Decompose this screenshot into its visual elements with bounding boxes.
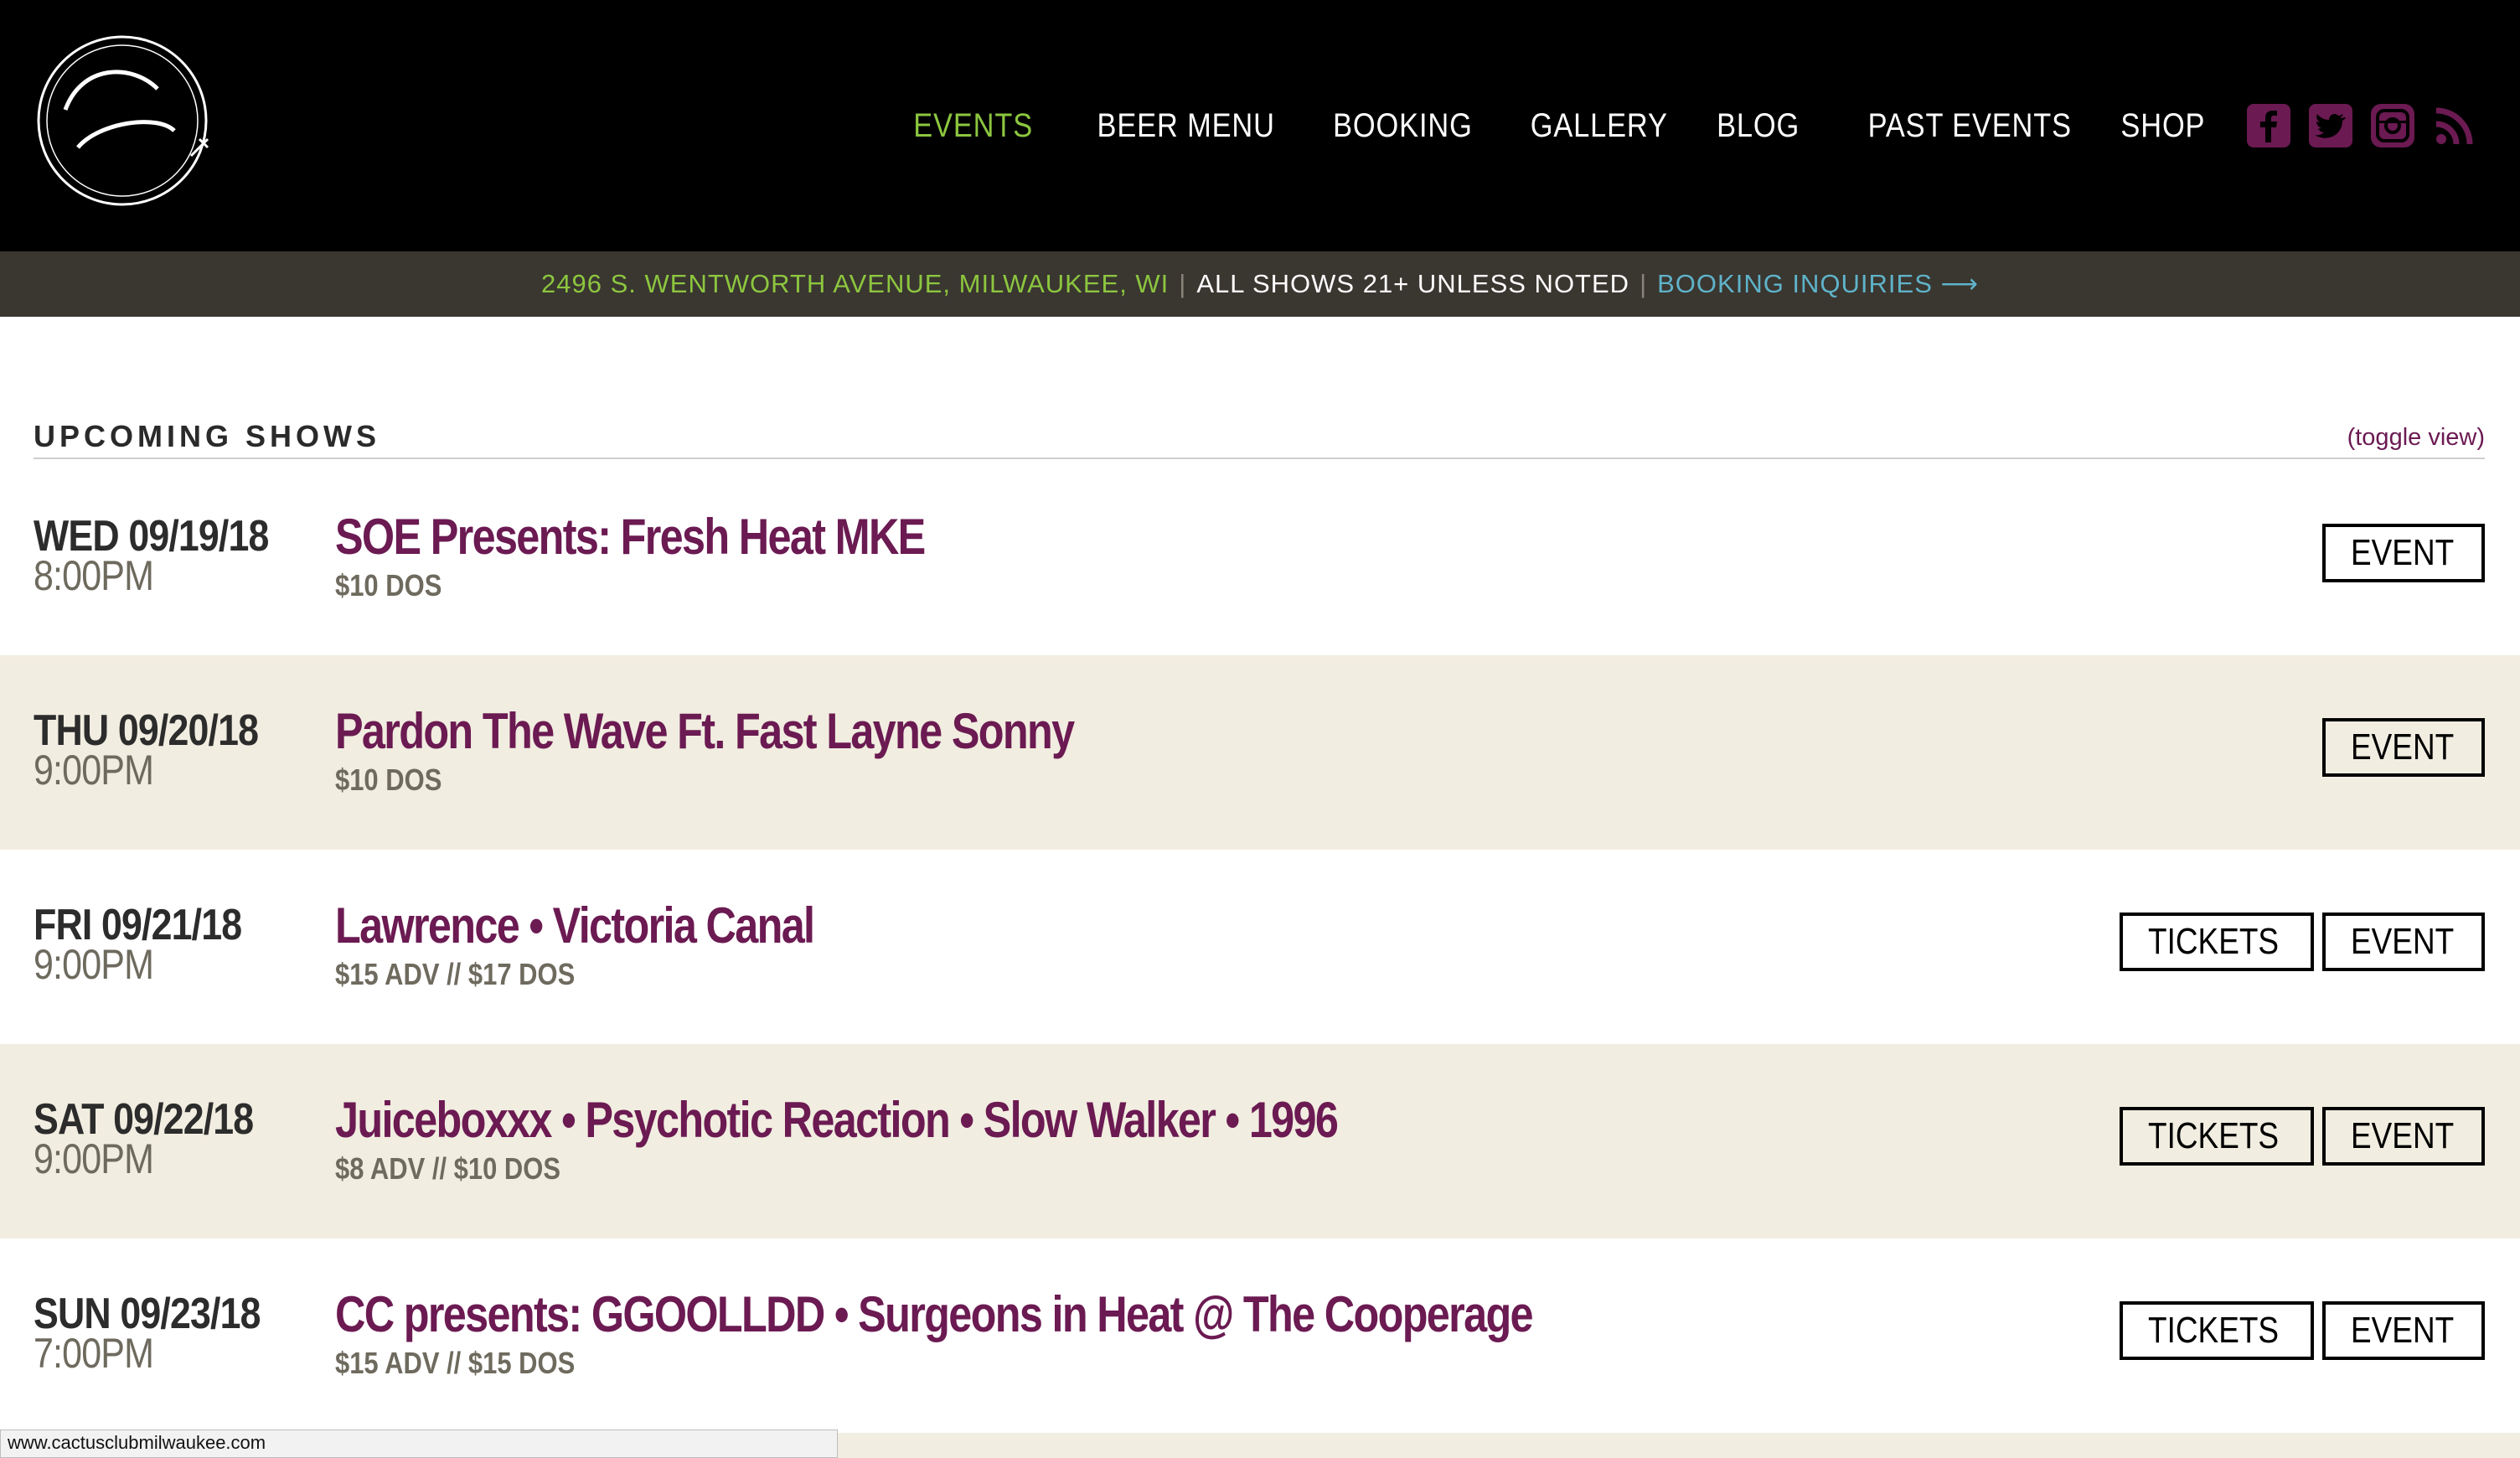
instagram-icon[interactable] bbox=[2369, 102, 2416, 149]
venue-address: 2496 S. WENTWORTH AVENUE, MILWAUKEE, WI bbox=[541, 269, 1170, 298]
event-row: WED 09/19/18 8:00PM SOE Presents: Fresh … bbox=[0, 461, 2520, 655]
event-time: 9:00PM bbox=[34, 1135, 154, 1182]
facebook-event-button[interactable]: EVENT bbox=[2322, 1107, 2485, 1166]
event-row: FRI 09/21/18 9:00PM Lawrence • Victoria … bbox=[0, 850, 2520, 1044]
age-notice: ALL SHOWS 21+ UNLESS NOTED bbox=[1196, 269, 1630, 298]
button-label: TICKETS bbox=[2148, 1115, 2280, 1156]
facebook-event-button[interactable]: EVENT bbox=[2322, 1301, 2485, 1360]
logo-icon bbox=[37, 35, 209, 206]
event-row: THU 09/20/18 9:00PM Pardon The Wave Ft. … bbox=[0, 655, 2520, 850]
section-divider bbox=[34, 458, 2485, 459]
tickets-button[interactable]: TICKETS bbox=[2120, 1301, 2314, 1360]
event-price: $10 DOS bbox=[335, 763, 442, 797]
nav-events[interactable]: EVENTS bbox=[913, 107, 1033, 145]
social-links bbox=[2230, 102, 2478, 149]
nav-beer-menu[interactable]: BEER MENU bbox=[1097, 107, 1275, 145]
site-header: EVENTS BEER MENU BOOKING GALLERY BLOG PA… bbox=[0, 0, 2520, 251]
info-bar: 2496 S. WENTWORTH AVENUE, MILWAUKEE, WI … bbox=[0, 251, 2520, 317]
events-list: WED 09/19/18 8:00PM SOE Presents: Fresh … bbox=[0, 461, 2520, 1433]
event-actions: EVENT bbox=[2314, 718, 2485, 777]
event-title[interactable]: CC presents: GGOOLLDD • Surgeons in Heat… bbox=[335, 1285, 1534, 1343]
tickets-button[interactable]: TICKETS bbox=[2120, 913, 2314, 971]
facebook-icon[interactable] bbox=[2245, 102, 2292, 149]
button-label: TICKETS bbox=[2148, 921, 2280, 962]
separator: | bbox=[1179, 269, 1187, 298]
nav-past-events[interactable]: PAST EVENTS bbox=[1867, 107, 2071, 145]
nav-gallery[interactable]: GALLERY bbox=[1530, 107, 1667, 145]
facebook-event-button[interactable]: EVENT bbox=[2322, 718, 2485, 777]
event-title[interactable]: Pardon The Wave Ft. Fast Layne Sonny bbox=[335, 702, 1075, 760]
cactus-club-logo[interactable] bbox=[32, 30, 225, 223]
tickets-button[interactable]: TICKETS bbox=[2120, 1107, 2314, 1166]
button-label: TICKETS bbox=[2148, 1310, 2280, 1351]
event-title[interactable]: Lawrence • Victoria Canal bbox=[335, 897, 815, 954]
button-label: EVENT bbox=[2351, 1310, 2455, 1351]
event-row: SAT 09/22/18 9:00PM Juiceboxxx • Psychot… bbox=[0, 1044, 2520, 1238]
event-time: 9:00PM bbox=[34, 747, 154, 794]
event-time: 9:00PM bbox=[34, 941, 154, 988]
separator: | bbox=[1640, 269, 1648, 298]
section-title: UPCOMING SHOWS bbox=[34, 419, 381, 453]
event-time: 8:00PM bbox=[34, 552, 154, 599]
button-label: EVENT bbox=[2351, 532, 2455, 573]
event-actions: TICKETS EVENT bbox=[2111, 913, 2485, 971]
event-actions: EVENT bbox=[2314, 524, 2485, 582]
event-title[interactable]: Juiceboxxx • Psychotic Reaction • Slow W… bbox=[335, 1091, 1339, 1149]
nav-booking[interactable]: BOOKING bbox=[1333, 107, 1473, 145]
browser-status-bar: www.cactusclubmilwaukee.com bbox=[0, 1430, 838, 1458]
toggle-view-link[interactable]: (toggle view) bbox=[2347, 424, 2485, 452]
event-row: SUN 09/23/18 7:00PM CC presents: GGOOLLD… bbox=[0, 1238, 2520, 1433]
main-nav: EVENTS BEER MENU BOOKING GALLERY BLOG PA… bbox=[859, 90, 2478, 161]
facebook-event-button[interactable]: EVENT bbox=[2322, 524, 2485, 582]
event-price: $10 DOS bbox=[335, 568, 442, 602]
event-time: 7:00PM bbox=[34, 1330, 154, 1377]
button-label: EVENT bbox=[2351, 726, 2455, 768]
button-label: EVENT bbox=[2351, 921, 2455, 962]
booking-inquiries-link[interactable]: BOOKING INQUIRIES ⟶ bbox=[1657, 269, 1979, 299]
facebook-event-button[interactable]: EVENT bbox=[2322, 913, 2485, 971]
rss-icon[interactable] bbox=[2431, 102, 2478, 149]
nav-blog[interactable]: BLOG bbox=[1717, 107, 1800, 145]
event-actions: TICKETS EVENT bbox=[2111, 1107, 2485, 1166]
nav-shop[interactable]: SHOP bbox=[2120, 107, 2205, 145]
event-price: $15 ADV // $17 DOS bbox=[335, 957, 576, 991]
event-actions: TICKETS EVENT bbox=[2111, 1301, 2485, 1360]
event-price: $8 ADV // $10 DOS bbox=[335, 1151, 561, 1186]
event-price: $15 ADV // $15 DOS bbox=[335, 1346, 576, 1380]
twitter-icon[interactable] bbox=[2307, 102, 2354, 149]
button-label: EVENT bbox=[2351, 1115, 2455, 1156]
event-title[interactable]: SOE Presents: Fresh Heat MKE bbox=[335, 508, 926, 566]
